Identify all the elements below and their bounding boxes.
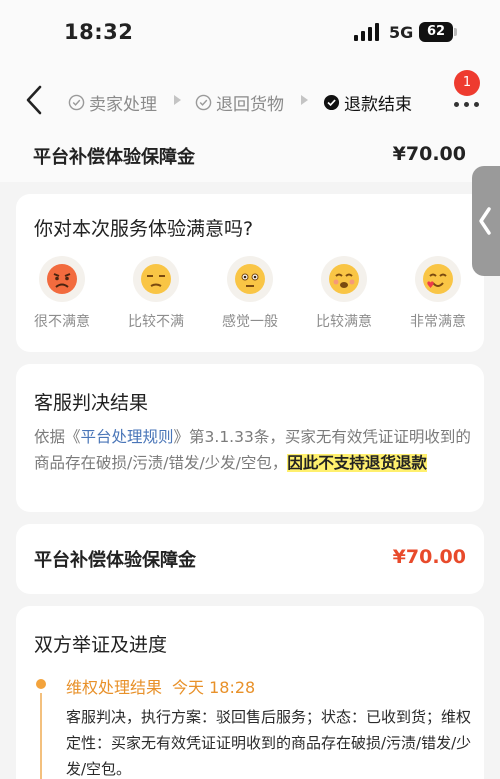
verdict-text-prefix: 依据《 [34,428,81,446]
platform-rules-link[interactable]: 平台处理规则 [81,428,174,446]
compensation-card: 平台补偿体验保障金 ¥70.00 [16,524,484,594]
rating-label: 很不满意 [34,314,90,330]
clock: 18:32 [64,20,134,44]
nav-bar: 卖家处理 退回货物 退款结束 [0,68,500,132]
evidence-progress-card: 双方举证及进度 维权处理结果 今天 18:28 客服判决，执行方案：驳回售后服务；… [16,606,484,779]
rating-label: 非常满意 [410,314,466,330]
compensation-label: 平台补偿体验保障金 [34,550,196,571]
rating-very-satisfied[interactable]: 非常满意 [398,256,478,331]
notification-badge: 1 [454,70,480,96]
timeline-line [40,693,42,779]
angry-face-icon [39,256,85,302]
rating-neutral[interactable]: 感觉一般 [210,256,290,331]
step-arrow-icon [174,95,181,105]
step-seller-handling: 卖家处理 [68,90,157,115]
heart-eyes-face-icon [415,256,461,302]
verdict-card: 客服判决结果 依据《平台处理规则》第3.1.33条，买家无有效凭证证明收到的商品… [16,364,484,512]
signal-icon [354,23,380,41]
survey-title: 你对本次服务体验满意吗? [34,218,254,240]
timeline-item-title: 维权处理结果 [66,678,163,697]
satisfaction-survey-card: 你对本次服务体验满意吗? 很不满意 比较不满 感觉一般 比较满意 非常满意 [16,194,484,352]
step-label: 卖家处理 [89,95,157,115]
more-menu-icon[interactable] [452,102,482,110]
chevron-left-icon [479,207,491,235]
smiling-face-icon [321,256,367,302]
chevron-left-icon [26,85,42,115]
unamused-face-icon [133,256,179,302]
timeline-item-header: 维权处理结果 今天 18:28 [66,674,255,698]
evidence-title: 双方举证及进度 [34,634,168,656]
battery-icon: 62 [419,22,457,42]
compensation-label: 平台补偿体验保障金 [33,147,195,168]
rating-label: 感觉一般 [222,314,278,330]
step-return-goods: 退回货物 [195,90,284,115]
rating-dissatisfied[interactable]: 比较不满 [116,256,196,331]
rating-label: 比较不满 [128,314,184,330]
compensation-amount: ¥70.00 [392,143,466,165]
network-type: 5G [389,23,414,42]
check-circle-icon [68,94,85,111]
timeline-item-time: 今天 18:28 [172,678,256,697]
check-circle-icon [195,94,212,111]
verdict-text: 依据《平台处理规则》第3.1.33条，买家无有效凭证证明收到的商品存在破损/污渍… [34,424,474,476]
back-button[interactable] [20,82,48,118]
timeline-item-body: 客服判决，执行方案：驳回售后服务；状态：已收到货；维权定性：买家无有效凭证证明收… [66,708,472,778]
rating-label: 比较满意 [316,314,372,330]
step-refund-complete: 退款结束 [323,90,412,115]
compensation-summary-row: 平台补偿体验保障金 ¥70.00 [0,132,500,182]
timeline-dot-icon [36,679,46,689]
side-drawer-handle[interactable] [472,166,500,276]
neutral-face-icon [227,256,273,302]
verdict-highlight: 因此不支持退货退款 [287,454,427,472]
rating-satisfied[interactable]: 比较满意 [304,256,384,331]
step-arrow-icon [301,95,308,105]
step-label: 退回货物 [216,95,284,115]
verdict-title: 客服判决结果 [34,392,149,414]
check-circle-filled-icon [323,94,340,111]
rating-very-dissatisfied[interactable]: 很不满意 [22,256,102,331]
compensation-amount: ¥70.00 [392,546,466,568]
status-bar: 18:32 5G 62 [0,0,500,68]
step-label: 退款结束 [344,95,412,115]
